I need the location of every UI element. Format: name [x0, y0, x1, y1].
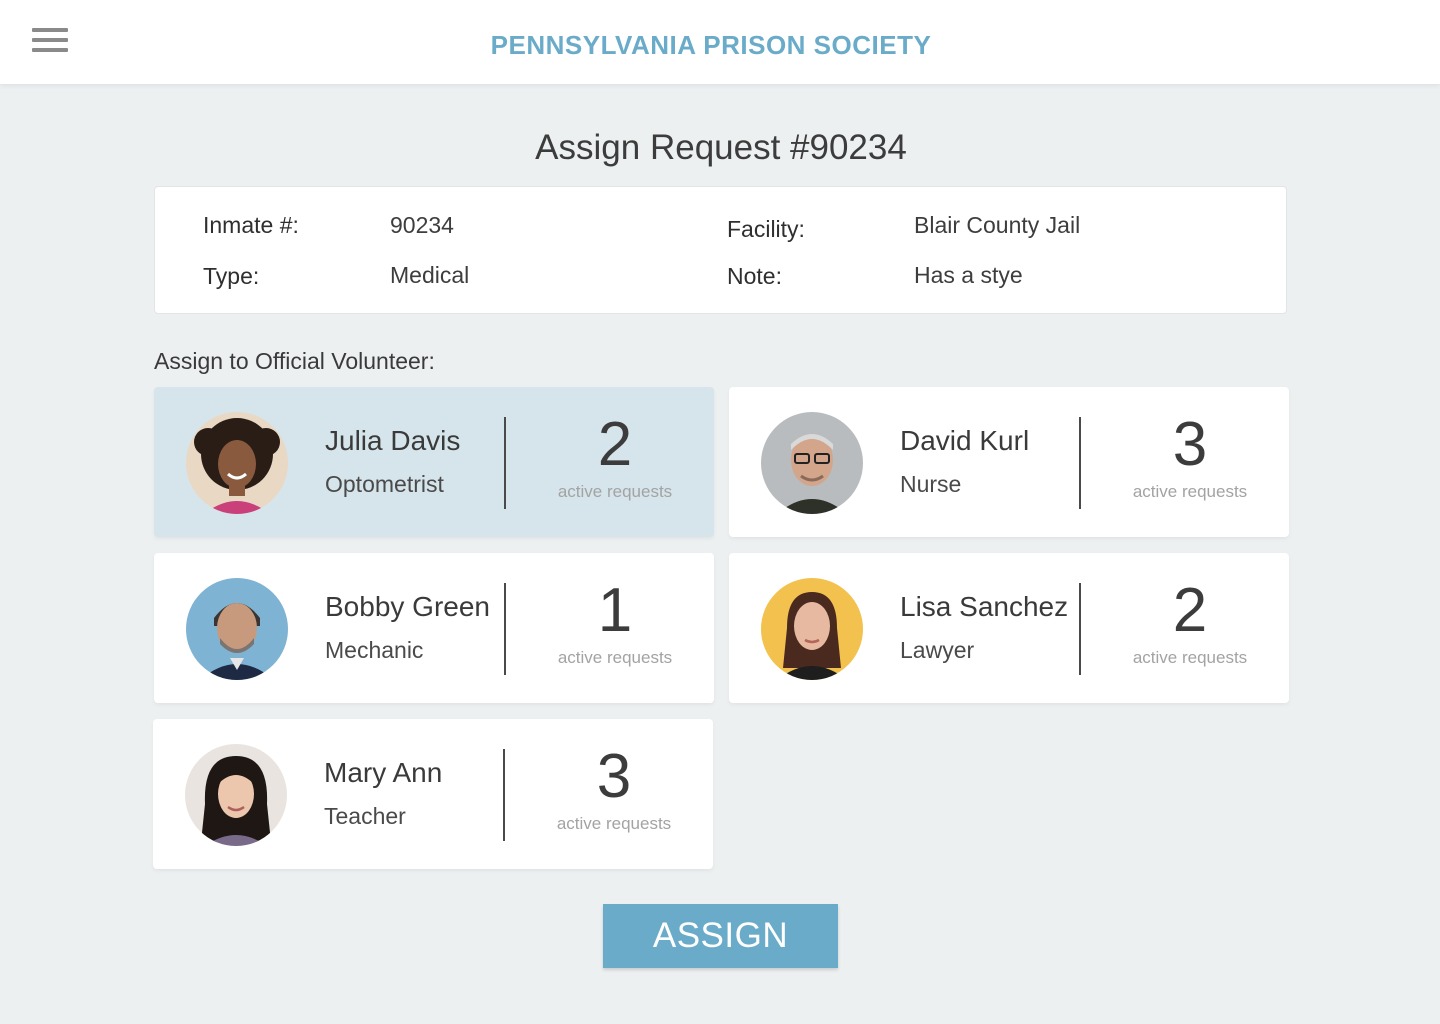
- volunteer-card-bobby-green[interactable]: Bobby Green Mechanic 1 active requests: [154, 553, 714, 703]
- active-requests-label: active requests: [1132, 648, 1248, 667]
- active-requests-label: active requests: [1132, 482, 1248, 501]
- active-requests-label: active requests: [557, 482, 673, 501]
- avatar: [185, 744, 287, 846]
- volunteer-name: Julia Davis: [325, 425, 461, 456]
- volunteer-name: Bobby Green: [325, 591, 490, 622]
- avatar: [186, 412, 288, 514]
- page-title: Assign Request #90234: [535, 128, 907, 167]
- volunteer-card-lisa-sanchez[interactable]: Lisa Sanchez Lawyer 2 active requests: [729, 553, 1289, 703]
- volunteer-role: Lawyer: [900, 637, 975, 663]
- volunteer-role: Optometrist: [325, 471, 444, 497]
- active-request-count: 3: [596, 742, 632, 811]
- inmate-value: 90234: [390, 212, 454, 238]
- volunteer-name: Lisa Sanchez: [900, 591, 1069, 622]
- volunteer-card-julia-davis[interactable]: Julia Davis Optometrist 2 active request…: [154, 387, 714, 537]
- inmate-label: Inmate #:: [203, 212, 299, 238]
- active-request-count: 3: [1172, 410, 1208, 479]
- active-request-count: 1: [597, 576, 633, 645]
- assign-button[interactable]: ASSIGN: [603, 904, 838, 968]
- active-requests-label: active requests: [557, 648, 673, 667]
- active-request-count: 2: [597, 410, 633, 479]
- volunteer-name: David Kurl: [900, 425, 1030, 456]
- brand-title: PENNSYLVANIA PRISON SOCIETY: [490, 30, 932, 60]
- volunteer-card-david-kurl[interactable]: David Kurl Nurse 3 active requests: [729, 387, 1289, 537]
- note-value: Has a stye: [914, 262, 1023, 288]
- volunteer-card-mary-ann[interactable]: Mary Ann Teacher 3 active requests: [153, 719, 713, 869]
- volunteer-role: Teacher: [324, 803, 406, 829]
- active-requests-label: active requests: [556, 814, 672, 833]
- facility-value: Blair County Jail: [914, 212, 1081, 238]
- top-bar: PENNSYLVANIA PRISON SOCIETY: [0, 0, 1440, 84]
- avatar: [186, 578, 288, 680]
- avatar: [761, 578, 863, 680]
- volunteer-name: Mary Ann: [324, 757, 443, 788]
- request-info-card: Inmate #: 90234 Type: Medical Facility: …: [154, 186, 1287, 314]
- avatar: [761, 412, 863, 514]
- type-label: Type:: [203, 263, 260, 289]
- active-request-count: 2: [1172, 576, 1208, 645]
- facility-label: Facility:: [727, 216, 805, 242]
- type-value: Medical: [390, 262, 470, 288]
- volunteer-role: Mechanic: [325, 637, 424, 663]
- volunteer-role: Nurse: [900, 471, 962, 497]
- volunteer-section-label: Assign to Official Volunteer:: [154, 348, 435, 374]
- note-label: Note:: [727, 263, 782, 289]
